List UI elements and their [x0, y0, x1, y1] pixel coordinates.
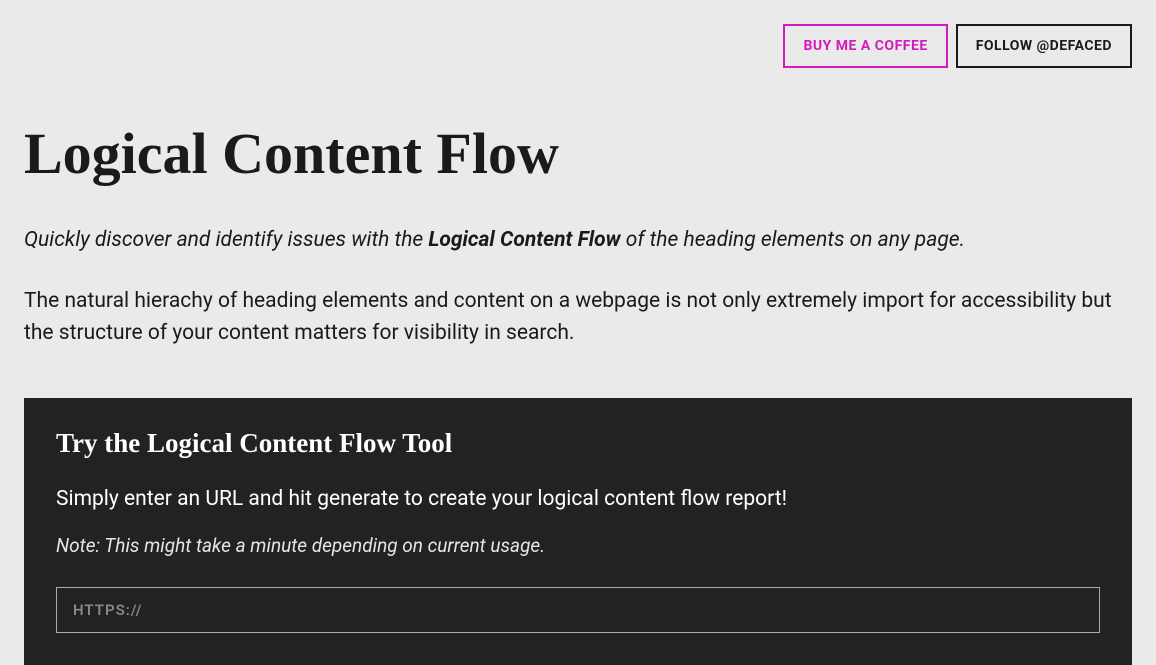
intro-prefix: Quickly discover and identify issues wit…	[24, 228, 428, 252]
url-input[interactable]	[56, 587, 1100, 633]
body-text: The natural hierachy of heading elements…	[24, 285, 1132, 350]
intro-bold: Logical Content Flow	[428, 228, 620, 252]
tool-panel: Try the Logical Content Flow Tool Simply…	[24, 398, 1132, 665]
main-content: Logical Content Flow Quickly discover an…	[0, 120, 1156, 665]
intro-text: Quickly discover and identify issues wit…	[24, 225, 1132, 257]
tool-heading: Try the Logical Content Flow Tool	[56, 428, 1100, 459]
tool-description: Simply enter an URL and hit generate to …	[56, 485, 1100, 514]
tool-note: Note: This might take a minute depending…	[56, 534, 1100, 557]
follow-button[interactable]: FOLLOW @DEFACED	[956, 24, 1132, 68]
page-title: Logical Content Flow	[24, 120, 1132, 187]
intro-suffix: of the heading elements on any page.	[621, 228, 965, 252]
header-buttons: BUY ME A COFFEE FOLLOW @DEFACED	[0, 0, 1156, 68]
buy-coffee-button[interactable]: BUY ME A COFFEE	[783, 24, 947, 68]
